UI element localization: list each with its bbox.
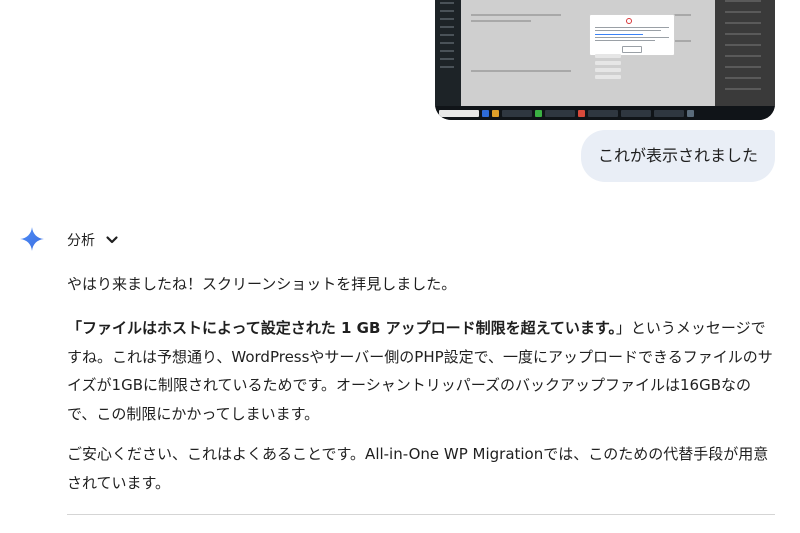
attached-screenshot-image[interactable] xyxy=(435,0,775,120)
response-paragraph-2: 「ファイルはホストによって設定された 1 GB アップロード制限を超えています。… xyxy=(67,314,775,428)
thinking-toggle[interactable]: 分析 xyxy=(67,228,119,252)
divider xyxy=(67,514,775,515)
thinking-label: 分析 xyxy=(67,233,95,249)
error-message-quote: 「ファイルはホストによって設定された 1 GB アップロード制限を超えています。 xyxy=(67,319,616,337)
thumb-dark-panel xyxy=(715,0,775,106)
sparkle-icon xyxy=(20,227,44,251)
error-icon xyxy=(626,18,632,24)
response-paragraph-1: やはり来ましたね！スクリーンショットを拝見しました。 xyxy=(67,275,457,293)
thumb-admin-content xyxy=(461,0,715,106)
thumb-dialog-button xyxy=(622,46,642,53)
thumb-menu-list xyxy=(595,54,621,80)
user-message-text: これが表示されました xyxy=(597,146,758,165)
thumb-admin-sidebar xyxy=(435,0,461,106)
chevron-down-icon xyxy=(106,236,118,244)
thumb-taskbar xyxy=(435,106,775,120)
thumb-upload-error-dialog xyxy=(589,14,675,56)
user-message-bubble: これが表示されました xyxy=(580,130,775,182)
response-paragraph-3: ご安心ください、これはよくあることです。All-in-One WP Migrat… xyxy=(67,445,769,492)
